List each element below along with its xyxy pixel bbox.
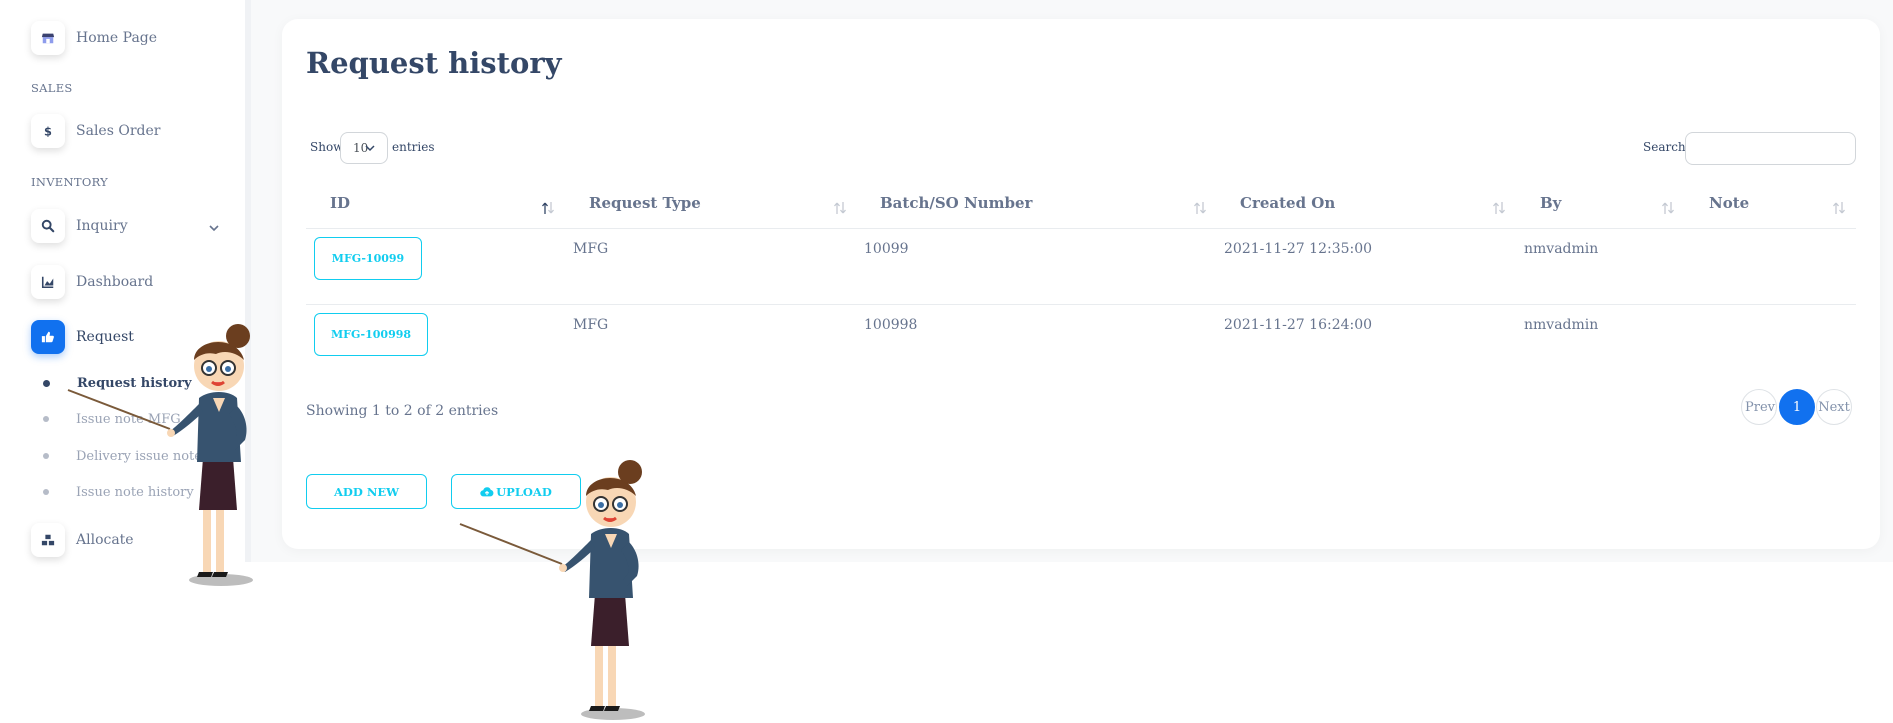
teacher-mascot-illustration — [67, 324, 253, 586]
row-divider — [306, 304, 1856, 305]
entries-select[interactable]: 10 — [340, 132, 388, 164]
show-label: Show — [310, 140, 344, 154]
cell-batch-number: 100998 — [864, 317, 918, 333]
sidebar-item-sales-order[interactable]: $ Sales Order — [31, 114, 160, 148]
cell-request-type: MFG — [573, 241, 609, 257]
cell-by: nmvadmin — [1524, 317, 1599, 333]
chart-area-icon — [31, 265, 65, 299]
sidebar-item-label: Inquiry — [76, 218, 128, 234]
teacher-mascot-illustration — [459, 460, 645, 720]
thumbs-up-icon — [31, 320, 65, 354]
chevron-down-icon — [365, 145, 375, 152]
column-header-id[interactable]: ID — [330, 194, 350, 212]
page-title: Request history — [306, 46, 562, 80]
sort-icon[interactable] — [540, 200, 556, 216]
chevron-down-icon[interactable] — [207, 221, 221, 235]
bullet-icon — [43, 453, 49, 459]
column-header-note[interactable]: Note — [1709, 194, 1749, 212]
cell-request-type: MFG — [573, 317, 609, 333]
cell-created-on: 2021-11-27 16:24:00 — [1224, 317, 1373, 333]
pagination-previous-label: Previous — [1745, 399, 1776, 415]
cell-by: nmvadmin — [1524, 241, 1599, 257]
sort-icon[interactable] — [832, 200, 848, 216]
column-header-request-type[interactable]: Request Type — [589, 194, 701, 212]
entries-label: entries — [392, 140, 435, 154]
cell-created-on: 2021-11-27 12:35:00 — [1224, 241, 1373, 257]
pagination-previous[interactable]: Previous — [1741, 389, 1777, 425]
table-header-divider — [306, 228, 1856, 229]
request-id-button[interactable]: MFG-10099 — [314, 237, 422, 280]
section-title-sales: SALES — [31, 81, 73, 95]
column-header-by[interactable]: By — [1540, 194, 1561, 212]
sort-icon[interactable] — [1491, 200, 1507, 216]
sort-icon[interactable] — [1192, 200, 1208, 216]
cell-batch-number: 10099 — [864, 241, 909, 257]
sort-icon[interactable] — [1831, 200, 1847, 216]
table-info: Showing 1 to 2 of 2 entries — [306, 403, 499, 419]
dollar-icon: $ — [31, 114, 65, 148]
sidebar-item-dashboard[interactable]: Dashboard — [31, 265, 153, 299]
sidebar-item-home[interactable]: Home Page — [31, 21, 157, 55]
store-icon — [31, 21, 65, 55]
pagination-page-1[interactable]: 1 — [1779, 389, 1815, 425]
bullet-icon — [43, 489, 49, 495]
sidebar-item-inquiry[interactable]: Inquiry — [31, 209, 128, 243]
bullet-icon — [43, 416, 49, 422]
sidebar-item-label: Sales Order — [76, 123, 161, 139]
search-label: Search: — [1643, 140, 1690, 154]
column-header-batch-so-number[interactable]: Batch/SO Number — [880, 194, 1032, 212]
add-new-button[interactable]: ADD NEW — [306, 474, 427, 509]
boxes-icon — [31, 523, 65, 557]
section-title-inventory: INVENTORY — [31, 175, 109, 189]
bullet-icon — [43, 379, 50, 387]
sort-icon[interactable] — [1660, 200, 1676, 216]
sidebar-item-label: Home Page — [76, 30, 158, 46]
pagination-next[interactable]: Next — [1816, 389, 1852, 425]
sidebar-item-label: Dashboard — [76, 274, 154, 290]
request-id-button[interactable]: MFG-100998 — [314, 313, 428, 356]
search-icon — [31, 209, 65, 243]
search-input[interactable] — [1685, 132, 1856, 165]
svg-text:$: $ — [44, 124, 52, 138]
column-header-created-on[interactable]: Created On — [1240, 194, 1335, 212]
